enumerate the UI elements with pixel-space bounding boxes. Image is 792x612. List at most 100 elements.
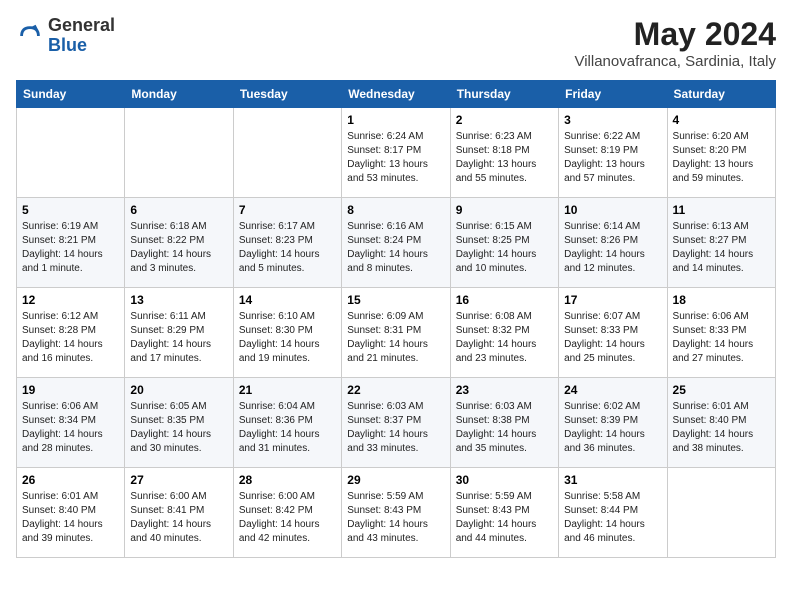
- calendar-cell: 18Sunrise: 6:06 AM Sunset: 8:33 PM Dayli…: [667, 288, 775, 378]
- calendar-cell: 21 Sunrise: 6:04 AM Sunset: 8:36 PM Dayli…: [233, 378, 341, 468]
- calendar-cell: 14 Sunrise: 6:10 AM Sunset: 8:30 PM Dayli…: [233, 288, 341, 378]
- day-number: 4: [673, 113, 770, 127]
- day-number: 1: [347, 113, 444, 127]
- calendar-cell: 19Sunrise: 6:06 AM Sunset: 8:34 PM Dayli…: [17, 378, 125, 468]
- day-number: 11: [673, 203, 770, 217]
- day-info: Sunrise: 6:07 AM Sunset: 8:33 PM Dayligh…: [564, 310, 661, 366]
- weekday-header: Saturday: [667, 81, 775, 108]
- calendar-week-row: 1 Sunrise: 6:24 AM Sunset: 8:17 PM Daylig…: [17, 108, 776, 198]
- calendar-cell: 4 Sunrise: 6:20 AM Sunset: 8:20 PM Daylig…: [667, 108, 775, 198]
- day-info: Sunrise: 5:59 AM Sunset: 8:43 PM Dayligh…: [347, 490, 444, 546]
- day-info: Sunrise: 6:12 AM Sunset: 8:28 PM Dayligh…: [22, 310, 119, 366]
- day-number: 16: [456, 293, 553, 307]
- logo-icon: [16, 22, 44, 50]
- day-number: 8: [347, 203, 444, 217]
- weekday-header: Tuesday: [233, 81, 341, 108]
- calendar-cell: 5 Sunrise: 6:19 AM Sunset: 8:21 PM Daylig…: [17, 198, 125, 288]
- day-info: Sunrise: 6:00 AM Sunset: 8:42 PM Dayligh…: [239, 490, 336, 546]
- weekday-header: Monday: [125, 81, 233, 108]
- calendar-cell: 15Sunrise: 6:09 AM Sunset: 8:31 PM Dayli…: [342, 288, 450, 378]
- day-number: 29: [347, 473, 444, 487]
- calendar-cell: 1 Sunrise: 6:24 AM Sunset: 8:17 PM Daylig…: [342, 108, 450, 198]
- calendar-cell: 23 Sunrise: 6:03 AM Sunset: 8:38 PM Dayli…: [450, 378, 558, 468]
- weekday-header: Sunday: [17, 81, 125, 108]
- day-number: 17: [564, 293, 661, 307]
- day-info: Sunrise: 6:18 AM Sunset: 8:22 PM Dayligh…: [130, 220, 227, 276]
- day-info: Sunrise: 6:01 AM Sunset: 8:40 PM Dayligh…: [22, 490, 119, 546]
- day-number: 21: [239, 383, 336, 397]
- day-number: 31: [564, 473, 661, 487]
- calendar-week-row: 19Sunrise: 6:06 AM Sunset: 8:34 PM Dayli…: [17, 378, 776, 468]
- day-info: Sunrise: 6:03 AM Sunset: 8:37 PM Dayligh…: [347, 400, 444, 456]
- day-number: 28: [239, 473, 336, 487]
- day-number: 20: [130, 383, 227, 397]
- day-number: 7: [239, 203, 336, 217]
- day-info: Sunrise: 6:14 AM Sunset: 8:26 PM Dayligh…: [564, 220, 661, 276]
- day-info: Sunrise: 6:15 AM Sunset: 8:25 PM Dayligh…: [456, 220, 553, 276]
- weekday-header: Thursday: [450, 81, 558, 108]
- day-info: Sunrise: 6:10 AM Sunset: 8:30 PM Dayligh…: [239, 310, 336, 366]
- calendar-cell: 10Sunrise: 6:14 AM Sunset: 8:26 PM Dayli…: [559, 198, 667, 288]
- day-info: Sunrise: 6:16 AM Sunset: 8:24 PM Dayligh…: [347, 220, 444, 276]
- calendar-cell: [667, 468, 775, 558]
- day-number: 3: [564, 113, 661, 127]
- day-info: Sunrise: 6:17 AM Sunset: 8:23 PM Dayligh…: [239, 220, 336, 276]
- day-info: Sunrise: 6:03 AM Sunset: 8:38 PM Dayligh…: [456, 400, 553, 456]
- day-info: Sunrise: 5:59 AM Sunset: 8:43 PM Dayligh…: [456, 490, 553, 546]
- day-info: Sunrise: 6:01 AM Sunset: 8:40 PM Dayligh…: [673, 400, 770, 456]
- day-info: Sunrise: 6:24 AM Sunset: 8:17 PM Dayligh…: [347, 130, 444, 186]
- location: Villanovafranca, Sardinia, Italy: [574, 53, 776, 70]
- day-number: 24: [564, 383, 661, 397]
- calendar-cell: 7 Sunrise: 6:17 AM Sunset: 8:23 PM Daylig…: [233, 198, 341, 288]
- day-number: 12: [22, 293, 119, 307]
- calendar-week-row: 12 Sunrise: 6:12 AM Sunset: 8:28 PM Dayli…: [17, 288, 776, 378]
- calendar-cell: 13Sunrise: 6:11 AM Sunset: 8:29 PM Dayli…: [125, 288, 233, 378]
- calendar-cell: 26 Sunrise: 6:01 AM Sunset: 8:40 PM Dayli…: [17, 468, 125, 558]
- day-info: Sunrise: 6:06 AM Sunset: 8:33 PM Dayligh…: [673, 310, 770, 366]
- calendar-cell: 29 Sunrise: 5:59 AM Sunset: 8:43 PM Dayli…: [342, 468, 450, 558]
- day-info: Sunrise: 6:22 AM Sunset: 8:19 PM Dayligh…: [564, 130, 661, 186]
- calendar-cell: 30 Sunrise: 5:59 AM Sunset: 8:43 PM Dayli…: [450, 468, 558, 558]
- calendar-cell: 27Sunrise: 6:00 AM Sunset: 8:41 PM Dayli…: [125, 468, 233, 558]
- calendar-cell: 9 Sunrise: 6:15 AM Sunset: 8:25 PM Daylig…: [450, 198, 558, 288]
- day-number: 23: [456, 383, 553, 397]
- logo-text: General Blue: [48, 16, 115, 56]
- day-info: Sunrise: 6:02 AM Sunset: 8:39 PM Dayligh…: [564, 400, 661, 456]
- calendar-cell: 31 Sunrise: 5:58 AM Sunset: 8:44 PM Dayli…: [559, 468, 667, 558]
- page-header: General Blue May 2024 Villanovafranca, S…: [16, 16, 776, 70]
- calendar-cell: 11 Sunrise: 6:13 AM Sunset: 8:27 PM Dayli…: [667, 198, 775, 288]
- calendar-cell: [233, 108, 341, 198]
- calendar-cell: 22Sunrise: 6:03 AM Sunset: 8:37 PM Dayli…: [342, 378, 450, 468]
- title-block: May 2024 Villanovafranca, Sardinia, Ital…: [574, 16, 776, 70]
- calendar-cell: [17, 108, 125, 198]
- day-info: Sunrise: 6:08 AM Sunset: 8:32 PM Dayligh…: [456, 310, 553, 366]
- day-info: Sunrise: 6:05 AM Sunset: 8:35 PM Dayligh…: [130, 400, 227, 456]
- day-number: 2: [456, 113, 553, 127]
- month-year: May 2024: [574, 16, 776, 53]
- calendar-week-row: 26 Sunrise: 6:01 AM Sunset: 8:40 PM Dayli…: [17, 468, 776, 558]
- day-number: 14: [239, 293, 336, 307]
- day-info: Sunrise: 6:19 AM Sunset: 8:21 PM Dayligh…: [22, 220, 119, 276]
- weekday-header: Friday: [559, 81, 667, 108]
- calendar-cell: 16 Sunrise: 6:08 AM Sunset: 8:32 PM Dayli…: [450, 288, 558, 378]
- calendar-cell: 6Sunrise: 6:18 AM Sunset: 8:22 PM Daylig…: [125, 198, 233, 288]
- day-info: Sunrise: 6:11 AM Sunset: 8:29 PM Dayligh…: [130, 310, 227, 366]
- day-number: 9: [456, 203, 553, 217]
- day-number: 5: [22, 203, 119, 217]
- day-number: 15: [347, 293, 444, 307]
- calendar-cell: 24 Sunrise: 6:02 AM Sunset: 8:39 PM Dayli…: [559, 378, 667, 468]
- weekday-header-row: SundayMondayTuesdayWednesdayThursdayFrid…: [17, 81, 776, 108]
- day-info: Sunrise: 6:04 AM Sunset: 8:36 PM Dayligh…: [239, 400, 336, 456]
- calendar-cell: 2 Sunrise: 6:23 AM Sunset: 8:18 PM Daylig…: [450, 108, 558, 198]
- logo: General Blue: [16, 16, 115, 56]
- calendar-cell: 25Sunrise: 6:01 AM Sunset: 8:40 PM Dayli…: [667, 378, 775, 468]
- day-number: 26: [22, 473, 119, 487]
- day-info: Sunrise: 6:23 AM Sunset: 8:18 PM Dayligh…: [456, 130, 553, 186]
- day-number: 30: [456, 473, 553, 487]
- calendar-cell: 28 Sunrise: 6:00 AM Sunset: 8:42 PM Dayli…: [233, 468, 341, 558]
- day-info: Sunrise: 6:20 AM Sunset: 8:20 PM Dayligh…: [673, 130, 770, 186]
- day-info: Sunrise: 5:58 AM Sunset: 8:44 PM Dayligh…: [564, 490, 661, 546]
- day-info: Sunrise: 6:13 AM Sunset: 8:27 PM Dayligh…: [673, 220, 770, 276]
- day-number: 19: [22, 383, 119, 397]
- calendar-cell: 8 Sunrise: 6:16 AM Sunset: 8:24 PM Daylig…: [342, 198, 450, 288]
